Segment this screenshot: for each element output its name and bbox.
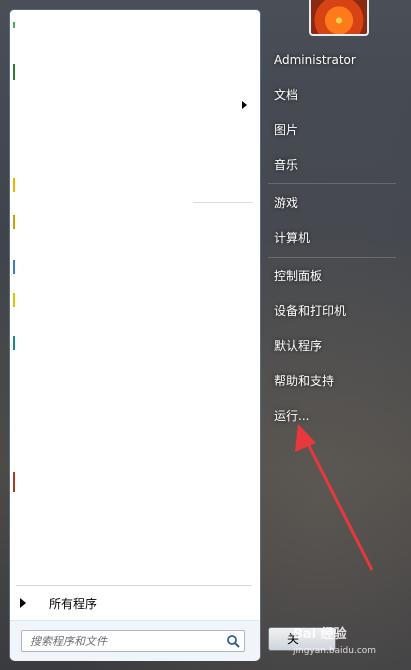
program-icon-fragment xyxy=(13,64,15,80)
right-item-pictures[interactable]: 图片 xyxy=(262,118,402,142)
right-item-user[interactable]: Administrator xyxy=(262,48,402,72)
divider xyxy=(16,585,252,586)
right-item-games[interactable]: 游戏 xyxy=(262,191,402,215)
all-programs-button[interactable]: 所有程序 xyxy=(16,592,252,614)
watermark-url: jingyan.baidu.com xyxy=(293,646,377,656)
right-item-run[interactable]: 运行... xyxy=(262,404,402,428)
program-icon-fragment xyxy=(13,215,15,229)
program-icon-fragment xyxy=(13,472,15,492)
right-item-default-programs[interactable]: 默认程序 xyxy=(262,334,402,358)
program-icon-fragment xyxy=(13,293,15,307)
divider xyxy=(193,202,253,203)
right-item-documents[interactable]: 文档 xyxy=(262,83,402,107)
program-icon-fragment xyxy=(13,22,15,28)
search-icon[interactable] xyxy=(226,634,240,648)
submenu-arrow-icon[interactable] xyxy=(242,101,247,109)
divider xyxy=(268,257,396,258)
program-icon-fragment xyxy=(13,178,15,192)
all-programs-label: 所有程序 xyxy=(49,597,98,611)
program-icon-fragment xyxy=(13,260,15,274)
all-programs-arrow-icon xyxy=(20,598,26,608)
user-picture-flower-icon[interactable] xyxy=(309,0,369,36)
right-item-music[interactable]: 音乐 xyxy=(262,153,402,177)
right-item-help-support[interactable]: 帮助和支持 xyxy=(262,369,402,393)
program-icon-fragment xyxy=(13,336,15,350)
right-item-computer[interactable]: 计算机 xyxy=(262,226,402,250)
right-item-control-panel[interactable]: 控制面板 xyxy=(262,264,402,288)
search-input[interactable] xyxy=(22,631,225,651)
search-box[interactable] xyxy=(21,630,245,652)
baidu-jingyan-watermark: Bai 经验 xyxy=(293,627,347,642)
search-area xyxy=(10,620,260,661)
divider xyxy=(268,183,396,184)
start-menu-programs-pane: 所有程序 xyxy=(9,9,261,661)
right-item-devices-printers[interactable]: 设备和打印机 xyxy=(262,299,402,323)
